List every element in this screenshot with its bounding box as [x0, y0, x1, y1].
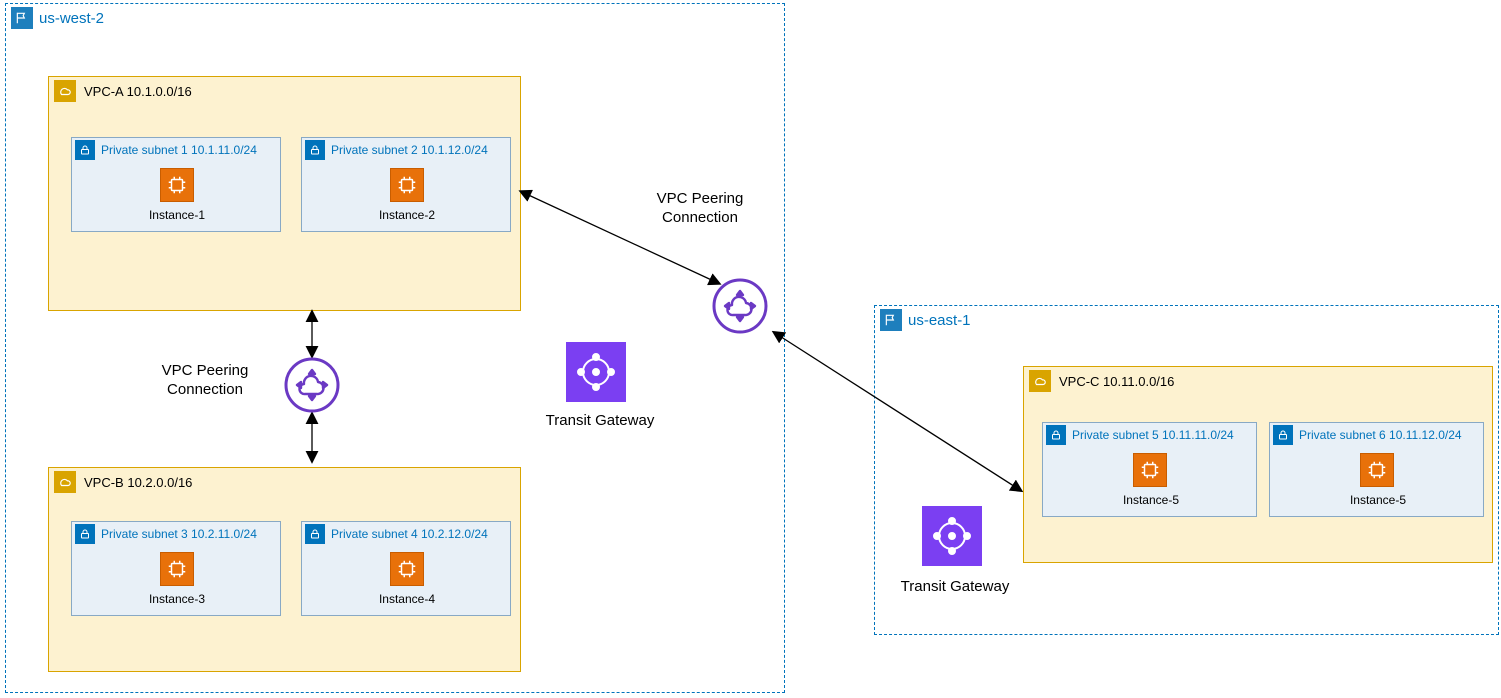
instance-label: Instance-5	[1101, 493, 1201, 507]
subnet-2: Private subnet 2 10.1.12.0/24 Instance-2	[301, 137, 511, 232]
instance-label: Instance-3	[127, 592, 227, 606]
ec2-icon	[1360, 453, 1394, 487]
transit-gateway-icon	[566, 342, 626, 402]
vpc-cloud-icon	[1029, 370, 1051, 392]
ec2-icon	[160, 552, 194, 586]
ec2-icon	[1133, 453, 1167, 487]
instance-label: Instance-5	[1328, 493, 1428, 507]
subnet-4: Private subnet 4 10.2.12.0/24 Instance-4	[301, 521, 511, 616]
subnet-label: Private subnet 2 10.1.12.0/24	[331, 143, 488, 157]
subnet-label: Private subnet 6 10.11.12.0/24	[1299, 428, 1462, 442]
subnet-label: Private subnet 3 10.2.11.0/24	[101, 527, 257, 541]
ec2-icon	[160, 168, 194, 202]
instance-label: Instance-2	[357, 208, 457, 222]
region-flag-icon	[880, 309, 902, 331]
subnet-label: Private subnet 1 10.1.11.0/24	[101, 143, 257, 157]
vpc-c: VPC-C 10.11.0.0/16 Private subnet 5 10.1…	[1023, 366, 1493, 563]
subnet-6: Private subnet 6 10.11.12.0/24 Instance-…	[1269, 422, 1484, 517]
region-name: us-west-2	[39, 10, 104, 27]
region-flag-icon	[11, 7, 33, 29]
transit-gateway-label: Transit Gateway	[890, 578, 1020, 597]
transit-gateway-label: Transit Gateway	[535, 412, 665, 431]
vpc-cloud-icon	[54, 471, 76, 493]
subnet-3: Private subnet 3 10.2.11.0/24 Instance-3	[71, 521, 281, 616]
vpc-peering-icon	[284, 357, 340, 413]
lock-icon	[305, 140, 325, 160]
lock-icon	[1273, 425, 1293, 445]
subnet-1: Private subnet 1 10.1.11.0/24 Instance-1	[71, 137, 281, 232]
instance-label: Instance-4	[357, 592, 457, 606]
vpc-b: VPC-B 10.2.0.0/16 Private subnet 3 10.2.…	[48, 467, 521, 672]
subnet-label: Private subnet 5 10.11.11.0/24	[1072, 428, 1234, 442]
instance-label: Instance-1	[127, 208, 227, 222]
lock-icon	[1046, 425, 1066, 445]
transit-gateway-icon	[922, 506, 982, 566]
vpc-label: VPC-C 10.11.0.0/16	[1059, 374, 1174, 389]
lock-icon	[75, 140, 95, 160]
vpc-a: VPC-A 10.1.0.0/16 Private subnet 1 10.1.…	[48, 76, 521, 311]
vpc-label: VPC-B 10.2.0.0/16	[84, 475, 192, 490]
vpc-cloud-icon	[54, 80, 76, 102]
region-us-west-2: us-west-2 VPC-A 10.1.0.0/16 Private subn…	[5, 3, 785, 693]
subnet-label: Private subnet 4 10.2.12.0/24	[331, 527, 488, 541]
lock-icon	[75, 524, 95, 544]
lock-icon	[305, 524, 325, 544]
ec2-icon	[390, 168, 424, 202]
vpc-peering-label: VPC Peering Connection	[140, 362, 270, 400]
region-name: us-east-1	[908, 312, 971, 329]
subnet-5: Private subnet 5 10.11.11.0/24 Instance-…	[1042, 422, 1257, 517]
vpc-peering-icon	[712, 278, 768, 334]
ec2-icon	[390, 552, 424, 586]
vpc-label: VPC-A 10.1.0.0/16	[84, 84, 192, 99]
vpc-peering-label: VPC Peering Connection	[620, 190, 780, 228]
